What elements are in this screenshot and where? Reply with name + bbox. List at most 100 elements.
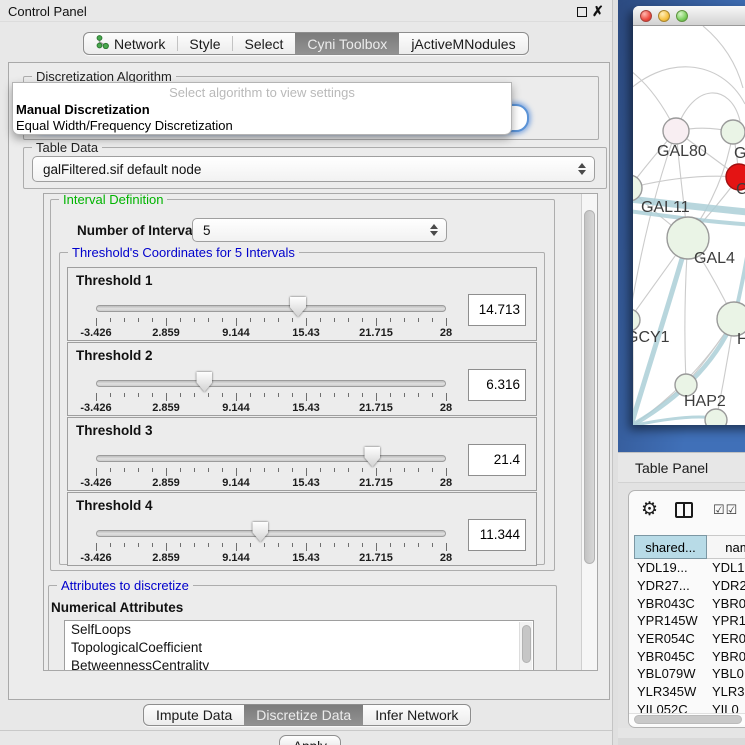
table-cell: YDR2 — [707, 578, 745, 593]
network-canvas[interactable]: GAL80G.CGAL11GAL4GCY1HHAP2 — [633, 26, 745, 425]
threshold-slider-thumb[interactable] — [364, 447, 380, 467]
attributes-list[interactable]: SelfLoopsTopologicalCoefficientBetweenne… — [64, 620, 534, 671]
table-row[interactable]: YIL052CYIL0 — [634, 701, 745, 714]
table-row[interactable]: YER054CYER0 — [634, 630, 745, 648]
slider-tick — [376, 318, 377, 326]
slider-tick — [110, 393, 111, 397]
attribute-list-item[interactable]: TopologicalCoefficient — [65, 639, 533, 657]
table-cell: YLR3 — [707, 684, 745, 699]
slider-tick — [138, 393, 139, 397]
slider-tick — [348, 543, 349, 547]
table-row[interactable]: YBR043CYBR0 — [634, 594, 745, 612]
tab-infer-network[interactable]: Infer Network — [363, 705, 470, 725]
attributes-scrollbar-thumb[interactable] — [522, 625, 531, 663]
node-table-panel: ⚙ ☑☑ shared...name YDL19...YDL1YDR27...Y… — [628, 490, 745, 728]
network-node[interactable] — [705, 409, 727, 425]
slider-tick — [208, 393, 209, 397]
table-hscrollbar[interactable] — [629, 713, 745, 725]
network-node[interactable] — [721, 120, 745, 144]
table-row[interactable]: YDL19...YDL1 — [634, 559, 745, 577]
close-traffic-light-icon[interactable] — [640, 10, 652, 22]
tab-style[interactable]: Style — [177, 33, 232, 54]
table-cell: YBR045C — [634, 649, 707, 664]
table-row[interactable]: YBL079WYBL0 — [634, 665, 745, 683]
tab-select[interactable]: Select — [232, 33, 295, 54]
tab-jactivemnodules[interactable]: jActiveMNodules — [399, 33, 527, 54]
settings-vscrollbar[interactable] — [581, 194, 597, 670]
threshold-label: Threshold 2 — [76, 348, 153, 363]
network-node-label: C — [736, 181, 745, 198]
slider-tick-label: 9.144 — [222, 327, 250, 339]
num-intervals-combo[interactable]: 5 — [192, 218, 447, 242]
float-window-icon[interactable] — [577, 7, 587, 17]
select-columns-icon[interactable]: ☑☑ — [713, 502, 738, 518]
slider-tick-label: 9.144 — [222, 552, 250, 564]
slider-tick — [250, 468, 251, 472]
attributes-list-scrollbar[interactable] — [519, 622, 532, 671]
algorithm-option[interactable]: Manual Discretization — [13, 102, 511, 118]
table-column-header[interactable]: name — [707, 535, 745, 559]
slider-tick — [264, 543, 265, 547]
tab-cyni-toolbox[interactable]: Cyni Toolbox — [295, 33, 399, 54]
table-row[interactable]: YBR045CYBR0 — [634, 647, 745, 665]
tab-network[interactable]: Network — [84, 33, 177, 54]
table-row[interactable]: YLR345WYLR3 — [634, 683, 745, 701]
columns-icon[interactable] — [675, 502, 693, 518]
threshold-slider-thumb[interactable] — [196, 372, 212, 392]
table-data-combo[interactable]: galFiltered.sif default node — [32, 156, 595, 182]
threshold-panel: Threshold 3-3.4262.8599.14415.4321.71528… — [67, 417, 537, 491]
slider-tick — [404, 543, 405, 547]
table-row[interactable]: YPR145WYPR1 — [634, 612, 745, 630]
threshold-value-field[interactable]: 6.316 — [468, 369, 526, 401]
threshold-slider-track[interactable] — [96, 305, 446, 312]
attribute-list-item[interactable]: BetweennessCentrality — [65, 657, 533, 671]
threshold-value-field[interactable]: 14.713 — [468, 294, 526, 326]
slider-tick — [306, 318, 307, 326]
control-panel-tabbar: NetworkStyleSelectCyni ToolboxjActiveMNo… — [83, 32, 529, 55]
settings-scrollpane: Interval Definition Number of Intervals … — [43, 193, 598, 671]
network-window[interactable]: GAL80G.CGAL11GAL4GCY1HHAP2 — [633, 6, 745, 425]
slider-tick-label: 15.43 — [292, 327, 320, 339]
threshold-value-field[interactable]: 21.4 — [468, 444, 526, 476]
minimize-traffic-light-icon[interactable] — [658, 10, 670, 22]
slider-tick — [306, 543, 307, 551]
threshold-slider-track[interactable] — [96, 455, 446, 462]
close-icon[interactable]: ✗ — [592, 3, 604, 20]
table-hscrollbar-thumb[interactable] — [634, 715, 742, 724]
network-window-titlebar[interactable] — [633, 6, 745, 26]
slider-tick — [194, 543, 195, 547]
table-panel-footer-strip — [618, 738, 745, 745]
network-node[interactable] — [663, 118, 689, 144]
slider-tick-label: 15.43 — [292, 402, 320, 414]
slider-ticks — [96, 543, 447, 552]
threshold-slider-track[interactable] — [96, 380, 446, 387]
network-node-label: H — [737, 331, 745, 348]
slider-tick-label: 21.715 — [359, 477, 393, 489]
apply-button[interactable]: Apply — [279, 735, 341, 745]
slider-tick — [166, 393, 167, 401]
tab-discretize-data[interactable]: Discretize Data — [244, 705, 363, 725]
threshold-slider-track[interactable] — [96, 530, 446, 537]
table-panel-footer — [618, 728, 745, 738]
settings-vscrollbar-thumb[interactable] — [584, 210, 595, 564]
network-node-label: G. — [734, 145, 745, 162]
table-cell: YER054C — [634, 631, 707, 646]
gear-icon[interactable]: ⚙ — [641, 498, 658, 521]
network-node[interactable] — [633, 309, 640, 331]
table-row[interactable]: YDR27...YDR2 — [634, 577, 745, 595]
slider-tick — [432, 318, 433, 322]
table-column-header[interactable]: shared... — [634, 535, 707, 559]
slider-tick — [278, 318, 279, 322]
slider-tick — [152, 543, 153, 547]
tab-impute-data[interactable]: Impute Data — [144, 705, 244, 725]
slider-tick — [222, 543, 223, 547]
attribute-list-item[interactable]: SelfLoops — [65, 621, 533, 639]
threshold-slider-thumb[interactable] — [252, 522, 268, 542]
slider-tick-labels: -3.4262.8599.14415.4321.71528 — [96, 402, 447, 415]
zoom-traffic-light-icon[interactable] — [676, 10, 688, 22]
threshold-value-field[interactable]: 11.344 — [468, 519, 526, 551]
slider-tick — [376, 468, 377, 476]
table-rows: YDL19...YDL1YDR27...YDR2YBR043CYBR0YPR14… — [634, 559, 745, 713]
algorithm-option[interactable]: Equal Width/Frequency Discretization — [13, 118, 511, 134]
threshold-slider-thumb[interactable] — [290, 297, 306, 317]
